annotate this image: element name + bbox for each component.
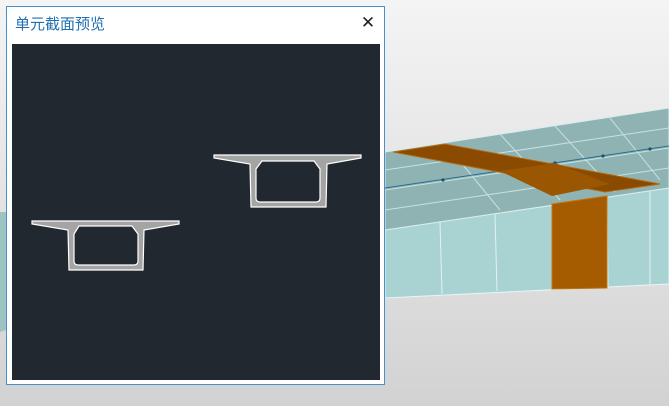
dialog-title: 单元截面预览 [15, 15, 106, 33]
section-preview-dialog: 单元截面预览 ✕ [6, 6, 385, 385]
section-void-left [73, 225, 139, 266]
section-shape-right [213, 154, 362, 208]
section-shape-left [31, 220, 180, 271]
highlighted-pier-element[interactable] [551, 195, 608, 290]
close-button[interactable]: ✕ [358, 13, 378, 33]
section-preview-canvas [12, 44, 380, 380]
section-void-right [255, 160, 321, 203]
dialog-titlebar[interactable]: 单元截面预览 ✕ [7, 7, 384, 43]
